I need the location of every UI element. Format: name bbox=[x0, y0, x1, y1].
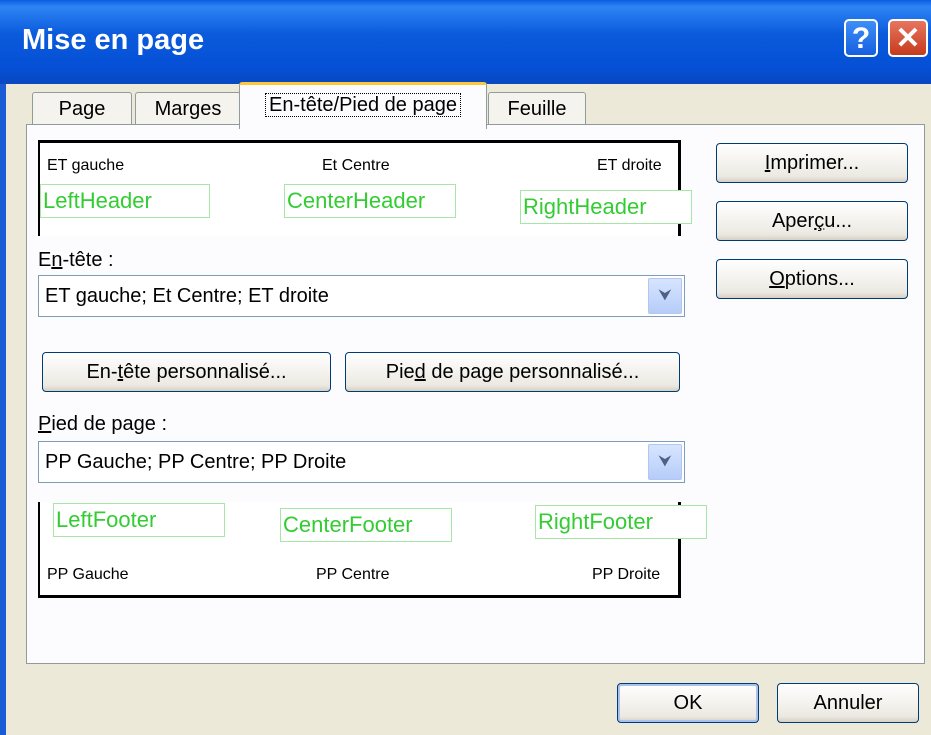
title-bar: Mise en page ? ✕ bbox=[0, 0, 931, 84]
header-preview-left: ET gauche bbox=[47, 157, 125, 174]
header-label: En-tête : bbox=[38, 249, 114, 271]
close-button[interactable]: ✕ bbox=[888, 19, 928, 57]
page-setup-dialog: Mise en page ? ✕ Page Marges En-tête/Pie… bbox=[0, 0, 931, 735]
center-footer-field: CenterFooter bbox=[280, 508, 452, 542]
ok-button[interactable]: OK bbox=[617, 683, 759, 723]
chevron-down-icon[interactable]: ⮟ bbox=[648, 278, 682, 314]
left-header-field: LeftHeader bbox=[40, 184, 210, 218]
cancel-button[interactable]: Annuler bbox=[777, 683, 919, 723]
options-button[interactable]: Options... bbox=[716, 259, 908, 299]
tab-page[interactable]: Page bbox=[32, 92, 132, 126]
print-button[interactable]: Imprimer... bbox=[716, 143, 908, 183]
tab-sheet[interactable]: Feuille bbox=[488, 92, 586, 126]
chevron-down-icon[interactable]: ⮟ bbox=[648, 444, 682, 480]
custom-footer-button[interactable]: Pied de page personnalisé... bbox=[345, 352, 680, 392]
right-footer-field: RightFooter bbox=[535, 505, 707, 539]
footer-preview-center: PP Centre bbox=[316, 566, 390, 583]
header-preview: ET gauche Et Centre ET droite LeftHeader… bbox=[38, 140, 692, 236]
custom-header-button[interactable]: En-tête personnalisé... bbox=[42, 352, 331, 392]
window-title: Mise en page bbox=[22, 24, 205, 56]
tab-header-footer[interactable]: En-tête/Pied de page bbox=[239, 82, 487, 129]
header-preview-right: ET droite bbox=[597, 157, 662, 174]
footer-select[interactable]: PP Gauche; PP Centre; PP Droite ⮟ bbox=[38, 441, 685, 483]
center-header-field: CenterHeader bbox=[284, 184, 456, 218]
print-preview-button[interactable]: Aperçu... bbox=[716, 201, 908, 241]
footer-preview-left: PP Gauche bbox=[47, 566, 129, 583]
left-footer-field: LeftFooter bbox=[53, 503, 225, 537]
tab-header-footer-label: En-tête/Pied de page bbox=[265, 93, 461, 117]
footer-select-value: PP Gauche; PP Centre; PP Droite bbox=[45, 451, 347, 473]
window-border bbox=[0, 84, 6, 735]
footer-preview-right: PP Droite bbox=[592, 566, 661, 583]
footer-preview: LeftFooter CenterFooter RightFooter PP G… bbox=[38, 502, 707, 598]
help-button[interactable]: ? bbox=[844, 19, 878, 57]
right-header-field: RightHeader bbox=[520, 190, 692, 224]
header-select-value: ET gauche; Et Centre; ET droite bbox=[45, 285, 329, 307]
footer-label: Pied de page : bbox=[38, 413, 167, 435]
header-select[interactable]: ET gauche; Et Centre; ET droite ⮟ bbox=[38, 275, 685, 317]
tab-margins[interactable]: Marges bbox=[135, 92, 241, 126]
header-preview-center: Et Centre bbox=[322, 157, 390, 174]
